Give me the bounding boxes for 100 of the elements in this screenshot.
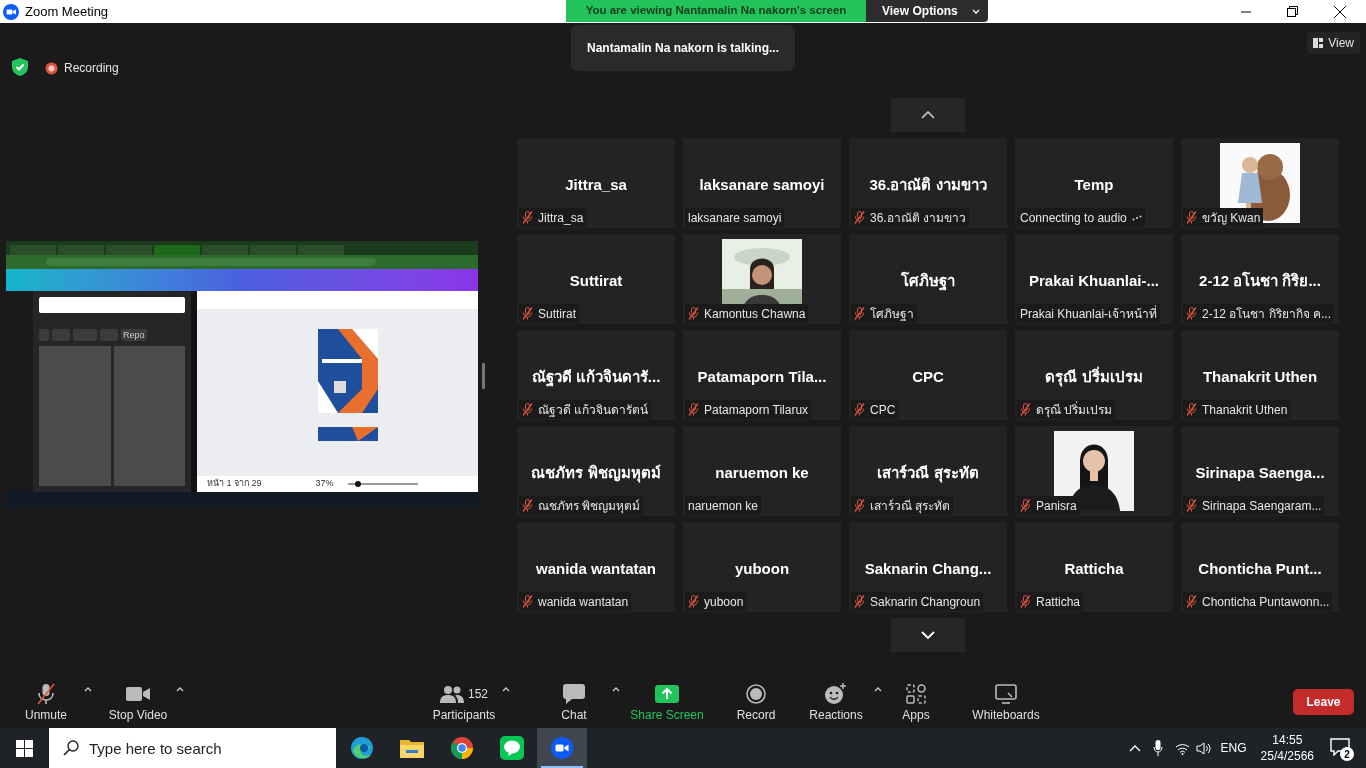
participant-name: ณัฐวดี แก้วจินดารั...	[531, 367, 661, 389]
caret-up-icon[interactable]	[176, 687, 184, 692]
apps-button[interactable]: Apps	[882, 679, 950, 724]
microphone-icon[interactable]	[1152, 740, 1163, 756]
participant-label: Patamaporn Tilarux	[704, 401, 809, 419]
speaker-icon[interactable]	[1195, 741, 1211, 755]
record-button[interactable]: Record	[722, 679, 790, 724]
participant-name: 36.อาณัติ งามขาว	[869, 175, 987, 195]
chat-bubble-icon	[563, 684, 585, 704]
resize-handle[interactable]	[482, 363, 485, 389]
participant-label: ดรุณี ปริ่มเปรม	[1036, 400, 1113, 419]
zoom-logo-icon	[3, 3, 19, 20]
participant-name: laksanare samoyi	[699, 175, 825, 195]
chevron-down-icon	[921, 631, 935, 639]
taskbar-app-button[interactable]	[537, 728, 587, 768]
share-button[interactable]: Share Screen	[633, 679, 701, 724]
participant-name: Thanakrit Uthen	[1202, 367, 1318, 387]
participant-label: 36.อาณัติ งามขาว	[870, 209, 966, 227]
unmute-button[interactable]: Unmute	[12, 679, 80, 724]
recording-label: Recording	[64, 60, 119, 77]
participant-label: Suttirat	[538, 305, 576, 323]
participant-label: ขวัญ Kwan	[1202, 209, 1261, 227]
edge-browser-icon	[350, 736, 374, 760]
participant-label: Chonticha Puntawonn...	[1202, 593, 1330, 611]
participant-label: Thanakrit Uthen	[1202, 401, 1288, 419]
view-layout-icon	[1313, 38, 1324, 48]
reactions-button[interactable]: Reactions	[802, 679, 870, 724]
chrome-browser-icon	[450, 736, 474, 760]
page-count: หน้า 1 จาก 29	[207, 477, 262, 491]
participant-name: wanida wantatan	[536, 559, 656, 579]
wifi-icon[interactable]	[1174, 741, 1190, 755]
restore-icon[interactable]	[1287, 6, 1298, 17]
close-icon[interactable]	[1334, 5, 1346, 18]
participant-label: Sirinapa Saengaram...	[1202, 497, 1322, 515]
talking-notice: Nantamalin Na nakorn is talking...	[571, 25, 795, 71]
sharing-banner: You are viewing Nantamalin Na nakorn's screen	[566, 0, 866, 22]
clock-date[interactable]: 25/4/2566	[1260, 748, 1314, 764]
notifications-icon[interactable]: 2	[1330, 738, 1352, 758]
share-screen-icon	[655, 685, 679, 703]
participant-label: Panisra	[1036, 497, 1077, 515]
participant-label: 2-12 อโนชา กิริยากิจ ค...	[1202, 305, 1332, 323]
folder-icon	[400, 738, 424, 758]
participant-name: Patamaporn Tila...	[697, 367, 827, 387]
participant-name: เสาร์วณี สุระทัต	[877, 463, 979, 485]
participant-name: Suttirat	[569, 271, 623, 291]
search-icon	[63, 740, 79, 756]
muted-mic-icon	[36, 683, 56, 705]
chevron-up-icon	[921, 111, 935, 119]
participant-label: Prakai Khuanlai-เจ้าหน้าที่	[1020, 304, 1158, 323]
participant-label: Ratticha	[1036, 593, 1081, 611]
category-chip: Repo	[121, 329, 147, 341]
participant-name: Ratticha	[1064, 559, 1124, 579]
participant-label: เสาร์วณี สุระทัต	[870, 497, 951, 515]
caret-up-icon[interactable]	[84, 687, 92, 692]
language-indicator[interactable]: ENG	[1220, 739, 1247, 757]
recording-icon	[45, 61, 58, 75]
smiley-plus-icon	[825, 683, 847, 705]
participant-label: Jittra_sa	[538, 209, 584, 227]
participant-name: 2-12 อโนชา กิริย...	[1199, 271, 1321, 291]
participant-label: yuboon	[704, 593, 744, 611]
participants-button[interactable]: 152 Participants	[430, 679, 498, 724]
participant-name: naruemon ke	[715, 463, 809, 483]
caret-up-icon[interactable]	[874, 687, 882, 692]
participant-name: ณชภัทร พิชญมหุตม์	[531, 463, 661, 485]
participant-name: โศภิษฐา	[901, 271, 955, 293]
windows-start-icon[interactable]	[16, 739, 33, 757]
caret-up-icon[interactable]	[612, 687, 620, 692]
participant-count: 152	[468, 686, 488, 703]
leave-button[interactable]: Leave	[1293, 689, 1354, 715]
participant-name: Sirinapa Saenga...	[1195, 463, 1325, 483]
participant-name: CPC	[912, 367, 944, 387]
caret-up-icon[interactable]	[502, 687, 510, 692]
participant-label: Kamontus Chawna	[704, 305, 806, 323]
participant-label: ณชภัทร พิชญมหุตม์	[538, 497, 641, 515]
participant-name: Prakai Khuanlai-...	[1028, 271, 1159, 291]
video-meeting-app-icon	[550, 736, 574, 760]
participant-label: Connecting to audio	[1020, 209, 1127, 227]
record-icon	[746, 684, 766, 704]
video-button[interactable]: Stop Video	[104, 679, 172, 724]
clock-time[interactable]: 14:55	[1272, 732, 1303, 748]
participant-name: Chonticha Punt...	[1198, 559, 1322, 579]
participant-name: yuboon	[734, 559, 790, 579]
participant-label: โศภิษฐา	[870, 305, 914, 323]
caret-icon	[971, 8, 980, 14]
chevron-up-icon[interactable]	[1128, 744, 1141, 752]
participant-name: ดรุณี ปริ่มเปรม	[1045, 366, 1143, 389]
whiteboards-button[interactable]: Whiteboards	[972, 679, 1040, 724]
participant-name: Temp	[1074, 175, 1114, 195]
zoom-percent: 37%	[315, 477, 334, 491]
whiteboard-icon	[995, 684, 1017, 704]
taskbar-search-field[interactable]: Type here to search	[49, 728, 336, 768]
video-camera-icon	[126, 686, 150, 702]
view-options-button[interactable]: View Options	[866, 0, 988, 22]
shield-icon[interactable]	[12, 58, 28, 76]
participant-label: CPC	[870, 401, 896, 419]
view-button[interactable]: View	[1307, 32, 1360, 54]
participant-name: Jittra_sa	[565, 175, 627, 195]
chat-button[interactable]: Chat	[540, 679, 608, 724]
participant-label: Saknarin Changroun	[870, 593, 981, 611]
participant-label: ณัฐวดี แก้วจินดารัตน์	[538, 401, 649, 419]
